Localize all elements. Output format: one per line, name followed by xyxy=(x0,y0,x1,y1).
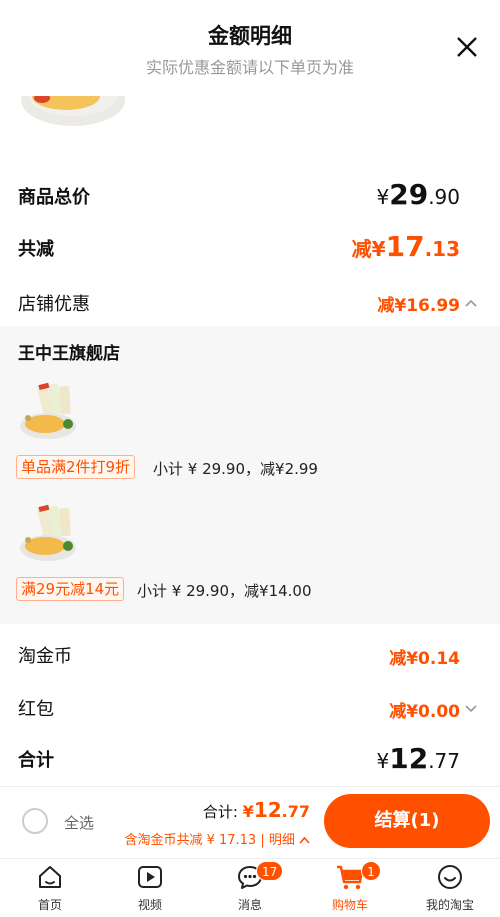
goods-total-value: ¥29.90 xyxy=(376,178,460,211)
checkout-button[interactable]: 结算(1) xyxy=(324,794,490,848)
grand-total-label: 合计 xyxy=(18,750,54,771)
redpack-label: 红包 xyxy=(18,699,54,720)
coins-label: 淘金币 xyxy=(18,646,72,667)
close-icon xyxy=(457,37,477,57)
tab-video[interactable]: 视频 xyxy=(100,859,200,917)
dialog-title: 金额明细 xyxy=(208,24,292,48)
product-thumbnail[interactable] xyxy=(18,380,80,442)
tab-label: 消息 xyxy=(237,898,262,912)
close-button[interactable] xyxy=(450,30,484,64)
tab-label: 我的淘宝 xyxy=(425,898,474,912)
select-all-label[interactable]: 全选 xyxy=(64,812,94,833)
dialog-subtitle: 实际优惠金额请以下单页为准 xyxy=(145,58,354,77)
chevron-up-icon xyxy=(299,836,310,844)
discount-total-label: 共减 xyxy=(18,239,54,260)
tab-profile[interactable]: 我的淘宝 xyxy=(400,859,500,917)
divider xyxy=(0,786,500,787)
profile-icon xyxy=(438,865,462,889)
shop-discount-label: 店铺优惠 xyxy=(18,294,90,315)
video-icon xyxy=(138,866,162,888)
shop-discount-value[interactable]: 减¥16.99 xyxy=(377,291,460,316)
tab-label: 视频 xyxy=(137,898,162,912)
tab-label: 购物车 xyxy=(331,898,368,912)
grand-total-value: ¥12.77 xyxy=(376,742,460,775)
item-subtotal: 小计 ¥ 29.90，减¥14.00 xyxy=(137,582,312,600)
promo-tag: 满29元减14元 xyxy=(16,577,125,601)
tab-messages[interactable]: 17 消息 xyxy=(200,859,300,917)
select-all-radio[interactable] xyxy=(22,808,48,834)
cart-count-badge: 1 xyxy=(361,861,381,881)
chevron-up-icon[interactable] xyxy=(464,296,478,310)
tab-label: 首页 xyxy=(37,898,62,912)
product-thumbnail[interactable] xyxy=(18,502,80,564)
discount-total-value: 减¥17.13 xyxy=(351,230,460,263)
home-icon xyxy=(39,866,61,888)
bottom-tab-bar: 首页 视频 17 消息 1 购物车 我的淘宝 xyxy=(0,858,500,917)
checkout-total: 合计: ¥12.77 xyxy=(202,798,310,822)
coins-value: 减¥0.14 xyxy=(389,649,460,669)
shop-name: 王中王旗舰店 xyxy=(18,344,120,364)
product-image-top xyxy=(18,96,128,128)
tab-home[interactable]: 首页 xyxy=(0,859,100,917)
goods-total-label: 商品总价 xyxy=(18,187,90,208)
redpack-value[interactable]: 减¥0.00 xyxy=(389,697,460,722)
promo-tag: 单品满2件打9折 xyxy=(16,455,136,479)
chevron-down-icon[interactable] xyxy=(464,702,478,716)
message-count-badge: 17 xyxy=(256,861,284,881)
discount-detail-link[interactable]: 含淘金币共减 ¥ 17.13 | 明细 xyxy=(124,829,310,848)
cart-icon xyxy=(337,865,364,890)
tab-cart[interactable]: 1 购物车 xyxy=(300,859,400,917)
item-subtotal: 小计 ¥ 29.90，减¥2.99 xyxy=(153,460,318,478)
